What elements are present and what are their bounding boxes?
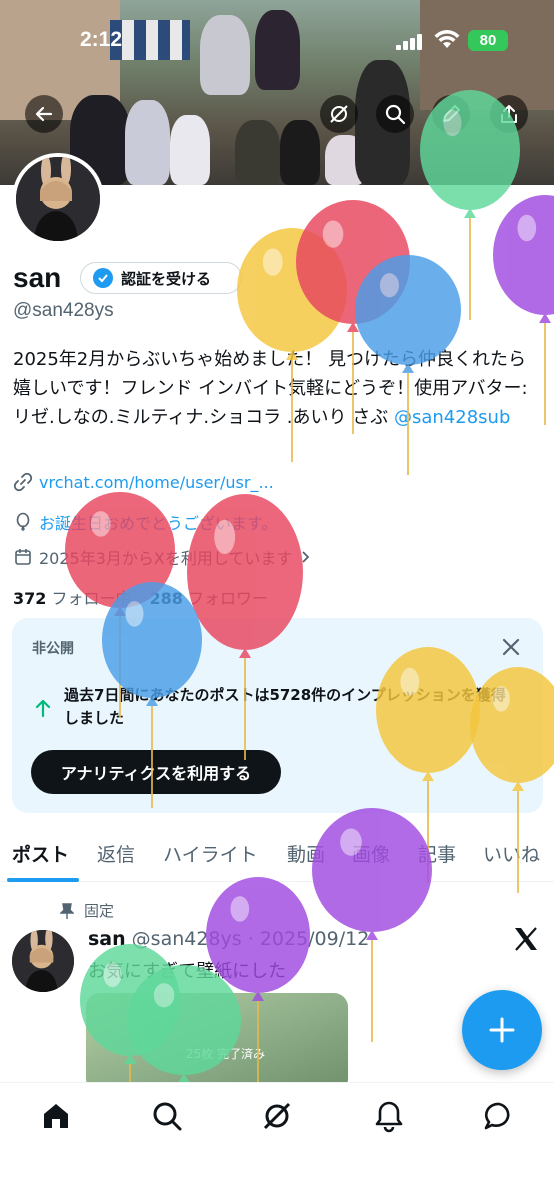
calendar-icon (15, 549, 31, 565)
banner-character (235, 120, 280, 185)
impressions-text: 過去7日間にあなたのポストは5728件のインプレッションを獲得しました (64, 686, 506, 727)
follow-stats: 372 フォロー中 288 フォロワー (13, 585, 268, 609)
following-label: フォロー中 (51, 589, 132, 608)
grok-icon[interactable] (260, 1099, 294, 1133)
compose-button[interactable] (462, 990, 542, 1070)
banner-character (170, 115, 210, 185)
search-button[interactable] (376, 95, 414, 133)
close-icon[interactable] (500, 636, 522, 658)
display-name: san (13, 262, 62, 293)
banner-character (255, 10, 300, 90)
bell-icon[interactable] (372, 1099, 406, 1133)
get-verified-label: 認証を受ける (121, 269, 212, 288)
profile-banner[interactable]: 2:12 80 (0, 0, 554, 185)
joined-row[interactable]: 2025年3月からXを利用しています (13, 545, 312, 569)
tab-replies[interactable]: 返信 (97, 840, 135, 867)
bio-mention-link[interactable]: @san428sub (394, 407, 510, 428)
battery-indicator: 80 (468, 30, 508, 51)
message-icon[interactable] (482, 1099, 516, 1133)
banner-character (125, 100, 170, 185)
post-avatar[interactable] (12, 930, 74, 992)
banner-character (200, 15, 250, 95)
joined-text: 2025年3月からXを利用しています (39, 549, 293, 568)
back-button[interactable] (25, 95, 63, 133)
post-image-caption: 25枚 完了済み (186, 1047, 266, 1061)
following-count: 372 (13, 589, 47, 608)
use-analytics-button[interactable]: アナリティクスを利用する (31, 750, 281, 794)
tab-articles[interactable]: 記事 (418, 840, 456, 867)
tab-posts[interactable]: ポスト (12, 840, 69, 867)
status-time: 2:12 (80, 28, 123, 51)
grok-icon (330, 105, 348, 123)
banner-building (420, 0, 554, 110)
avatar-image (16, 157, 100, 241)
tab-videos[interactable]: 動画 (287, 840, 325, 867)
search-icon[interactable] (150, 1099, 184, 1133)
share-icon (501, 105, 517, 123)
search-icon (385, 104, 406, 125)
birthday-row: お誕生日おめでとうございます。 (13, 510, 277, 534)
bottom-navigation (0, 1082, 554, 1200)
banner-character (280, 120, 320, 185)
post-handle-date: @san428ys · 2025/09/12 (131, 928, 370, 950)
post-header: san @san428ys · 2025/09/12 (88, 928, 369, 950)
more-button[interactable] (432, 95, 470, 133)
get-verified-button[interactable]: 認証を受ける (80, 262, 242, 294)
pin-icon (60, 902, 74, 919)
chevron-right-icon (302, 551, 310, 563)
post-text: お気にすぎて壁紙にした (88, 961, 287, 982)
link-icon (13, 472, 33, 492)
wifi-icon (434, 30, 460, 48)
profile-tabs: ポスト 返信 ハイライト 動画 画像 記事 いいね (0, 830, 554, 882)
balloon-icon (16, 512, 30, 531)
tab-highlights[interactable]: ハイライト (163, 840, 258, 867)
profile-avatar[interactable] (12, 153, 104, 245)
profile-bio: 2025年2月からぶいちゃ始めました！ 見つけたら仲良くれたら嬉しいです！フレン… (13, 345, 541, 432)
x-logo-icon (515, 927, 537, 951)
plus-icon (489, 1017, 515, 1043)
arrow-up-icon (35, 699, 51, 718)
active-tab-indicator (7, 878, 79, 882)
post-image[interactable]: 25枚 完了済み (86, 993, 348, 1093)
tab-likes[interactable]: いいね (483, 840, 540, 867)
followers-stat[interactable]: 288 フォロワー (150, 585, 269, 609)
profile-handle: @san428ys (13, 300, 114, 321)
private-label: 非公開 (32, 641, 74, 657)
share-button[interactable] (490, 95, 528, 133)
birthday-text: お誕生日おめでとうございます。 (39, 514, 278, 533)
followers-label: フォロワー (188, 589, 269, 608)
profile-website-link[interactable]: vrchat.com/home/user/usr_... (39, 473, 274, 492)
tab-images[interactable]: 画像 (352, 840, 390, 867)
avatar-image (12, 930, 74, 992)
profile-link-row: vrchat.com/home/user/usr_... (13, 472, 274, 492)
analytics-card: 非公開 過去7日間にあなたのポストは5728件のインプレッションを獲得しました … (12, 618, 543, 813)
followers-count: 288 (149, 589, 183, 608)
following-stat[interactable]: 372 フォロー中 (13, 585, 132, 609)
edit-icon (442, 104, 461, 123)
verified-badge-icon (93, 268, 113, 288)
arrow-left-icon (35, 106, 53, 122)
home-icon[interactable] (39, 1099, 73, 1133)
pinned-label: 固定 (84, 902, 115, 920)
signal-icon (396, 34, 424, 50)
grok-button[interactable] (320, 95, 358, 133)
pinned-indicator: 固定 (60, 900, 114, 921)
post-author[interactable]: san (88, 928, 126, 950)
